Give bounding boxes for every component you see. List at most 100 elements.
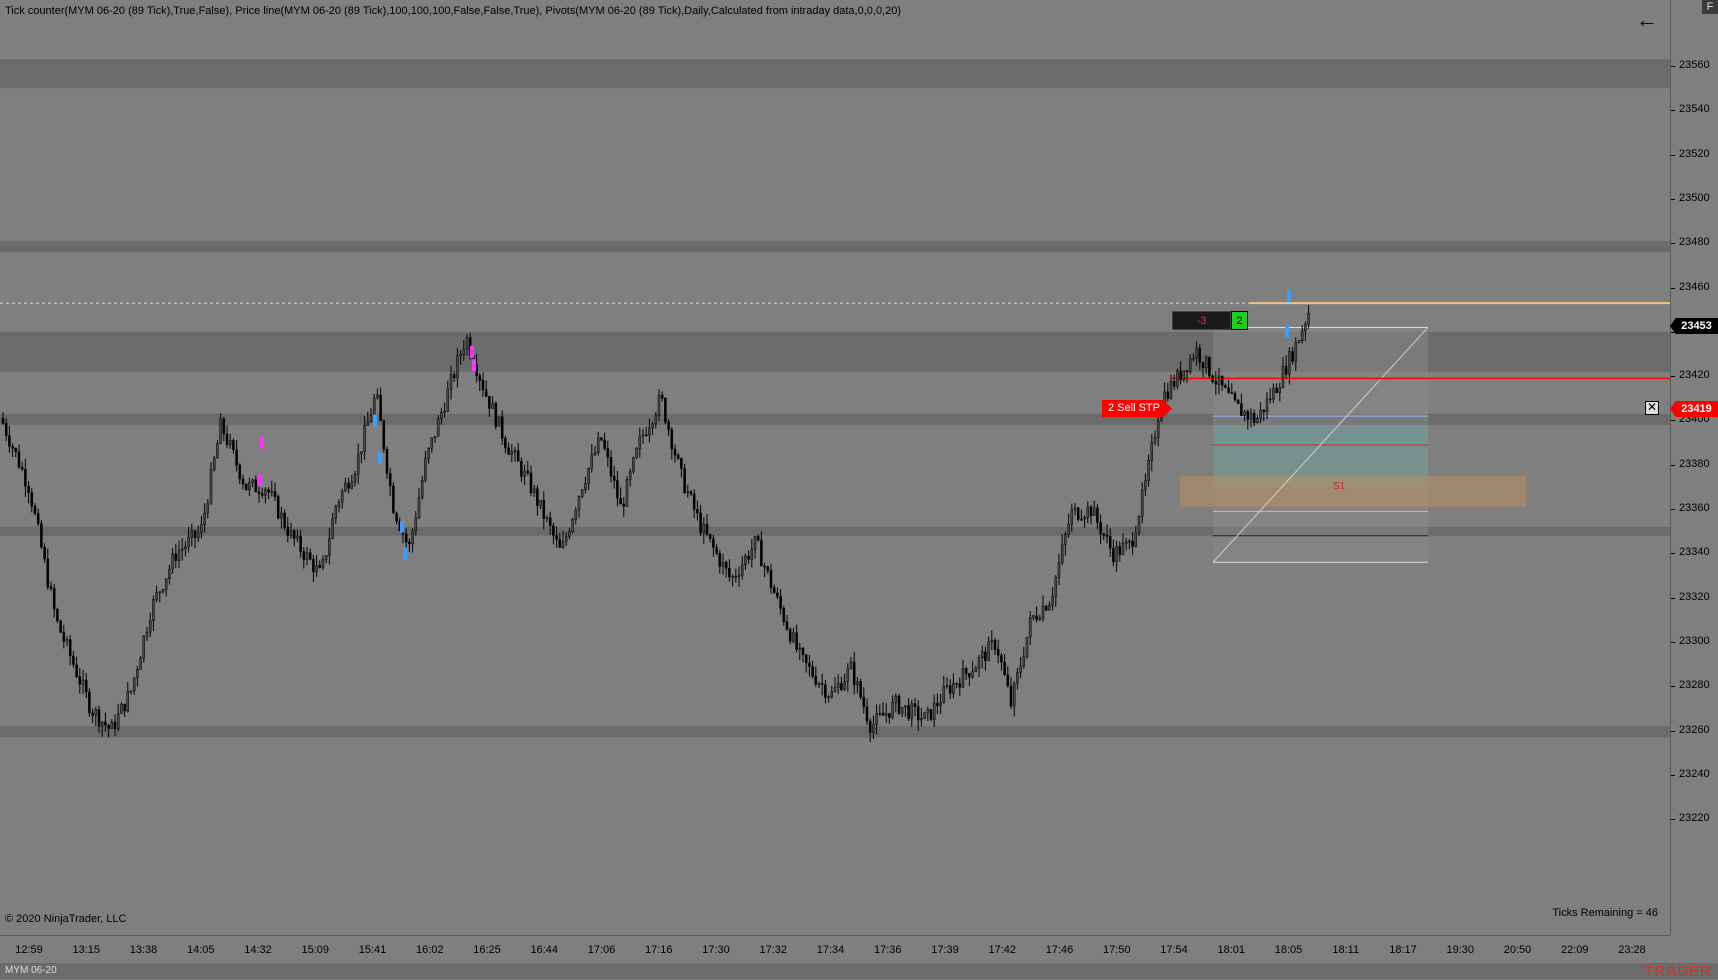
candle-body: [888, 713, 891, 718]
time-tick-label: 17:34: [816, 944, 845, 956]
candle-body: [836, 683, 840, 688]
candle-body: [638, 436, 642, 449]
sell-stop-order-label[interactable]: 2 Sell STP: [1102, 400, 1172, 417]
candle-body: [916, 706, 920, 721]
candle-body: [788, 629, 792, 642]
candle-body: [184, 546, 187, 549]
candle-body: [1108, 536, 1112, 549]
candle-body: [328, 538, 331, 556]
candle-body: [100, 721, 104, 727]
time-tick-label: 18:11: [1332, 944, 1360, 956]
candle-body: [1076, 507, 1080, 520]
candle-body: [312, 559, 315, 573]
candle-body: [795, 632, 798, 650]
candle-body: [801, 647, 805, 656]
candle-body: [731, 576, 734, 578]
price-axis[interactable]: 2356023540235202350023480234602344023420…: [1670, 0, 1718, 935]
candle-body: [417, 497, 421, 519]
candle-body: [462, 348, 466, 355]
candle-body: [1099, 522, 1102, 535]
candle-body: [148, 620, 152, 633]
candle-body: [769, 570, 773, 588]
candle-body: [488, 395, 491, 409]
candle-body: [1038, 618, 1042, 620]
cancel-order-close-icon[interactable]: ✕: [1645, 401, 1659, 415]
candle-body: [209, 469, 213, 504]
candle-body: [996, 649, 1000, 656]
position-count[interactable]: 2: [1231, 311, 1248, 330]
candle-body: [766, 566, 770, 571]
candle-body: [1080, 518, 1083, 521]
candle-body: [552, 525, 555, 536]
chart-panel[interactable]: Tick counter(MYM 06-20 (89 Tick),True,Fa…: [0, 0, 1670, 935]
time-tick-label: 17:36: [873, 944, 902, 956]
position-display[interactable]: -3 2: [1172, 311, 1248, 330]
buy-execution-marker: [1285, 325, 1289, 338]
candle-body: [1144, 480, 1147, 490]
candle-body: [1172, 381, 1176, 387]
stop-price-tag[interactable]: 23419: [1670, 401, 1718, 417]
candle-body: [27, 485, 30, 493]
candle-body: [161, 589, 165, 593]
candle-body: [1131, 540, 1134, 547]
price-tick-mark: [1671, 819, 1675, 821]
buy-execution-marker: [373, 414, 377, 427]
candle-body: [1044, 605, 1048, 611]
candle-body: [1176, 370, 1179, 387]
candle-body: [11, 446, 14, 449]
candle-body: [257, 491, 261, 494]
price-tick-label: 23540: [1679, 103, 1710, 116]
candle-body: [40, 523, 43, 548]
candle-body: [1211, 375, 1214, 382]
candle-body: [1307, 312, 1310, 325]
back-arrow-icon[interactable]: ←: [1636, 7, 1658, 33]
candle-body: [1121, 543, 1125, 555]
candle-body: [1054, 577, 1058, 597]
price-tick-mark: [1671, 243, 1675, 245]
candle-body: [696, 509, 699, 514]
candle-body: [532, 488, 536, 493]
price-tick-label: 23320: [1679, 590, 1710, 603]
candle-body: [830, 691, 834, 698]
candle-body: [1048, 604, 1051, 611]
candle-body: [212, 457, 216, 470]
candle-body: [145, 631, 149, 637]
candle-body: [244, 483, 248, 491]
candle-body: [763, 565, 766, 568]
candle-body: [276, 496, 280, 519]
candle-body: [664, 398, 667, 423]
candle-body: [52, 588, 56, 610]
candle-body: [824, 684, 827, 698]
position-quantity[interactable]: -3: [1172, 311, 1231, 330]
candle-body: [580, 489, 584, 497]
price-chart[interactable]: [0, 0, 1670, 935]
price-tick-mark: [1671, 66, 1675, 67]
candle-body: [433, 436, 437, 439]
candle-body: [376, 394, 379, 399]
candle-body: [529, 472, 533, 493]
candle-body: [72, 655, 75, 666]
candle-body: [968, 673, 971, 678]
candle-body: [1204, 356, 1208, 369]
candle-body: [929, 709, 933, 720]
candle-body: [984, 651, 987, 662]
candle-body: [1105, 534, 1109, 537]
candle-body: [833, 687, 837, 692]
candle-body: [1288, 351, 1291, 375]
candle-body: [1137, 516, 1141, 534]
price-tick-label: 23360: [1679, 502, 1710, 515]
status-bar: MYM 06-20 TRADER: [0, 963, 1718, 980]
price-tick-mark: [1671, 774, 1675, 776]
candle-body: [500, 416, 504, 439]
candle-body: [1259, 409, 1262, 419]
candle-body: [526, 470, 530, 474]
price-tick-label: 23340: [1679, 546, 1710, 559]
candle-body: [568, 531, 571, 537]
candle-body: [497, 416, 501, 427]
f-button[interactable]: F: [1702, 0, 1718, 14]
time-tick-label: 22:09: [1560, 944, 1589, 956]
time-axis[interactable]: 12:59 13:15 13:38 14:05 14:32 15:09 15:41 16:02…: [0, 935, 1670, 964]
candle-body: [308, 552, 312, 560]
candle-body: [152, 599, 155, 622]
candle-body: [286, 526, 290, 536]
